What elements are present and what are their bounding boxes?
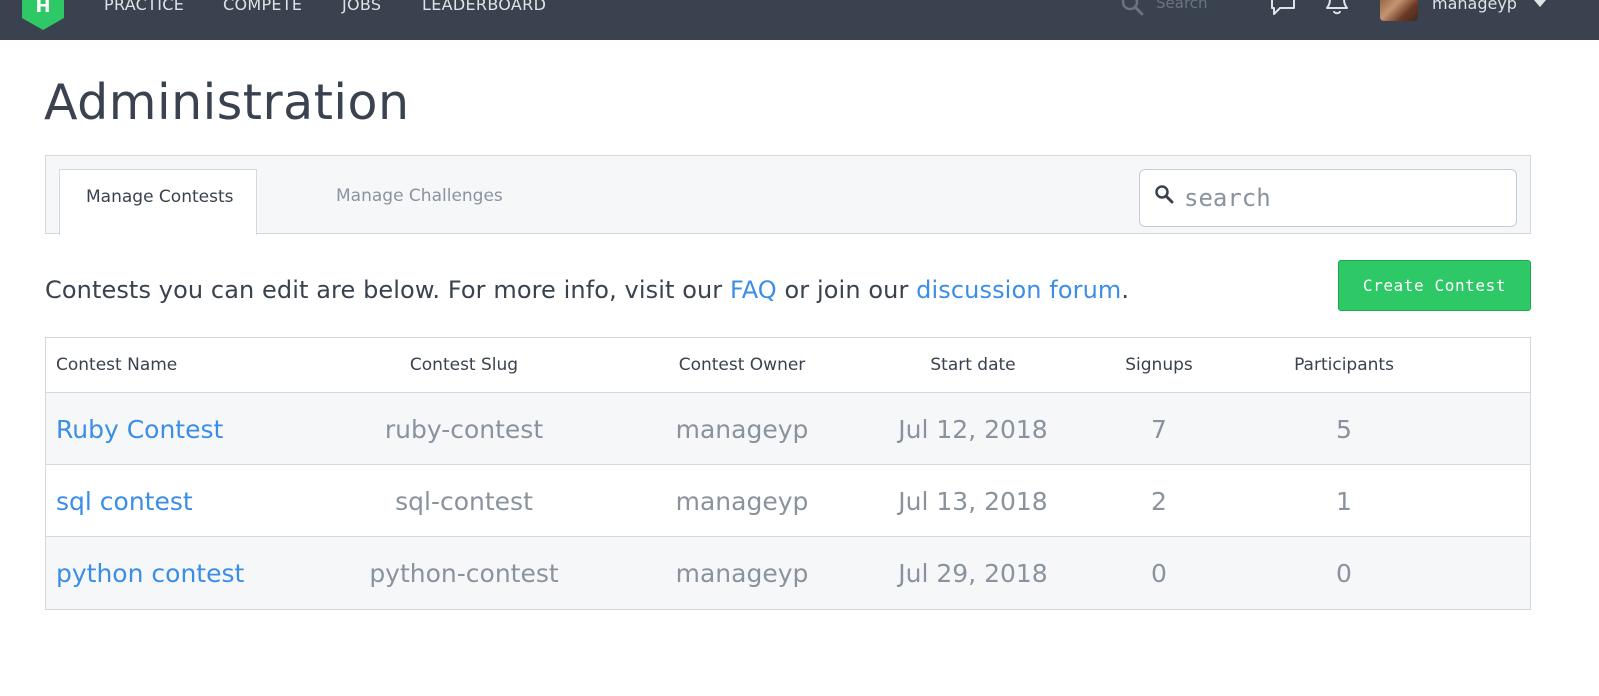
contest-participants: 0: [1336, 559, 1352, 588]
faq-link[interactable]: FAQ: [730, 276, 777, 304]
contest-owner: manageyp: [675, 487, 809, 516]
tabs-panel: Manage Contests Manage Challenges: [45, 155, 1531, 235]
tab-manage-challenges[interactable]: Manage Challenges: [324, 169, 514, 221]
avatar[interactable]: [1380, 0, 1418, 21]
column-header-contest-name: Contest Name: [56, 355, 178, 375]
table-row: python contest python-contest manageyp J…: [46, 537, 1530, 609]
contest-search-box[interactable]: [1139, 169, 1517, 227]
contest-slug: sql-contest: [395, 487, 533, 516]
search-input[interactable]: [1184, 180, 1504, 216]
contest-owner: manageyp: [675, 559, 809, 588]
contests-table: Contest Name Contest Slug Contest Owner …: [45, 337, 1531, 610]
contest-start-date: Jul 12, 2018: [898, 415, 1048, 444]
contest-slug: ruby-contest: [384, 415, 544, 444]
nav-username[interactable]: manageyp: [1432, 0, 1517, 13]
column-header-contest-owner: Contest Owner: [678, 355, 806, 375]
contest-name-link[interactable]: python contest: [56, 559, 244, 588]
top-nav-bar: H PRACTICE COMPETE JOBS LEADERBOARD Sear…: [0, 0, 1599, 40]
nav-item-leaderboard[interactable]: LEADERBOARD: [422, 0, 546, 14]
hackerrank-logo-icon[interactable]: H: [20, 0, 66, 30]
search-icon: [1155, 185, 1174, 204]
info-text-before: Contests you can edit are below. For mor…: [45, 276, 730, 304]
contest-signups: 7: [1151, 415, 1167, 444]
info-text-middle: or join our: [776, 276, 917, 304]
page-title: Administration: [44, 74, 410, 131]
nav-item-jobs[interactable]: JOBS: [342, 0, 381, 14]
contest-owner: manageyp: [675, 415, 809, 444]
contest-participants: 1: [1336, 487, 1352, 516]
tab-label: Manage Challenges: [336, 186, 503, 206]
nav-item-compete[interactable]: COMPETE: [223, 0, 302, 14]
contest-start-date: Jul 13, 2018: [898, 487, 1048, 516]
discussion-forum-link[interactable]: discussion forum: [916, 276, 1121, 304]
contest-name-link[interactable]: Ruby Contest: [56, 415, 223, 444]
chat-bubble-icon[interactable]: [1268, 0, 1298, 20]
table-row: sql contest sql-contest manageyp Jul 13,…: [46, 465, 1530, 537]
table-header-row: Contest Name Contest Slug Contest Owner …: [46, 338, 1530, 393]
contest-slug: python-contest: [369, 559, 559, 588]
tab-label: Manage Contests: [86, 187, 234, 207]
contest-participants: 5: [1336, 415, 1352, 444]
column-header-participants: Participants: [1294, 355, 1394, 375]
info-text-after: .: [1121, 276, 1130, 304]
caret-down-icon[interactable]: [1534, 0, 1546, 7]
contest-name-link[interactable]: sql contest: [56, 487, 193, 516]
table-row: Ruby Contest ruby-contest manageyp Jul 1…: [46, 393, 1530, 465]
contest-start-date: Jul 29, 2018: [898, 559, 1048, 588]
tab-manage-contests[interactable]: Manage Contests: [59, 169, 257, 235]
column-header-start-date: Start date: [930, 355, 1016, 375]
column-header-signups: Signups: [1125, 355, 1193, 375]
nav-search-input[interactable]: Search: [1156, 0, 1208, 12]
contest-signups: 0: [1151, 559, 1167, 588]
info-text: Contests you can edit are below. For mor…: [45, 276, 1129, 304]
nav-item-practice[interactable]: PRACTICE: [104, 0, 184, 14]
search-icon[interactable]: [1120, 0, 1146, 18]
create-contest-button[interactable]: Create Contest: [1338, 260, 1531, 311]
column-header-contest-slug: Contest Slug: [409, 355, 519, 375]
logo-letter: H: [35, 0, 50, 17]
bell-icon[interactable]: [1322, 0, 1352, 20]
contest-signups: 2: [1151, 487, 1167, 516]
